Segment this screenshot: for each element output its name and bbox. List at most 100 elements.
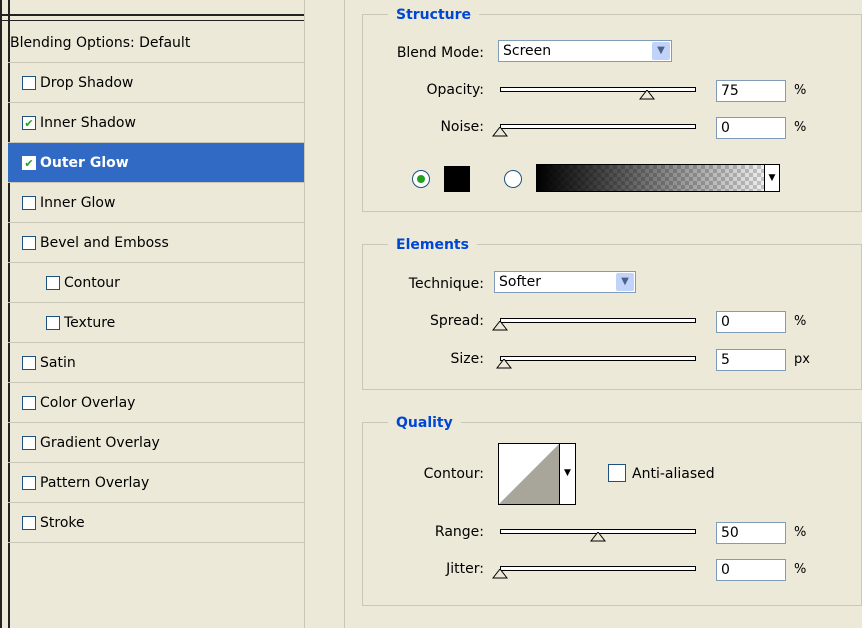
spread-slider-track[interactable] <box>500 318 696 323</box>
checkbox[interactable] <box>22 76 36 90</box>
style-item-label: Texture <box>64 315 116 331</box>
opacity-slider-thumb[interactable] <box>639 90 655 100</box>
chevron-down-icon[interactable]: ▼ <box>652 42 670 60</box>
checkbox[interactable] <box>22 356 36 370</box>
style-item[interactable]: Bevel and Emboss <box>8 223 304 263</box>
checkbox[interactable] <box>22 396 36 410</box>
style-item[interactable]: Inner Glow <box>8 183 304 223</box>
anti-aliased-label: Anti-aliased <box>632 466 715 482</box>
style-item-label: Inner Shadow <box>40 115 136 131</box>
quality-group <box>362 422 862 606</box>
glow-color-swatch[interactable] <box>444 166 470 192</box>
gradient-radio[interactable] <box>504 170 522 188</box>
jitter-unit: % <box>794 562 807 577</box>
style-item[interactable]: Pattern Overlay <box>8 463 304 503</box>
size-slider-track[interactable] <box>500 356 696 361</box>
technique-label: Technique: <box>408 276 484 292</box>
style-item-label: Pattern Overlay <box>40 475 150 491</box>
gradient-picker[interactable]: ▼ <box>536 164 780 192</box>
style-item-label: Contour <box>64 275 120 291</box>
blend-mode-select[interactable]: Screen ▼ <box>498 40 672 62</box>
blending-options-label: Blending Options: Default <box>10 35 191 51</box>
contour-curve-icon <box>499 444 559 504</box>
checkbox-checked[interactable]: ✔ <box>22 116 36 130</box>
range-input[interactable]: 50 <box>716 522 786 544</box>
checkbox[interactable] <box>22 516 36 530</box>
solid-color-radio[interactable] <box>412 170 430 188</box>
style-item[interactable]: Drop Shadow <box>8 63 304 103</box>
checkbox[interactable] <box>46 316 60 330</box>
style-item[interactable]: Color Overlay <box>8 383 304 423</box>
spread-unit: % <box>794 314 807 329</box>
structure-title: Structure <box>388 6 480 24</box>
checkbox[interactable] <box>22 196 36 210</box>
style-item-label: Gradient Overlay <box>40 435 160 451</box>
range-value: 50 <box>721 525 739 541</box>
chevron-down-icon[interactable]: ▼ <box>560 443 576 505</box>
opacity-unit: % <box>794 83 807 98</box>
style-item-label: Satin <box>40 355 76 371</box>
blend-mode-label: Blend Mode: <box>396 45 484 61</box>
style-item-label: Stroke <box>40 515 85 531</box>
checkbox-checked[interactable]: ✔ <box>22 156 36 170</box>
style-item-label: Inner Glow <box>40 195 116 211</box>
range-label: Range: <box>434 524 484 540</box>
panel-divider-2 <box>344 0 345 628</box>
range-unit: % <box>794 525 807 540</box>
noise-input[interactable]: 0 <box>716 117 786 139</box>
style-item[interactable]: Satin <box>8 343 304 383</box>
panel-divider <box>304 0 305 628</box>
checkbox[interactable] <box>22 436 36 450</box>
checkbox[interactable] <box>22 236 36 250</box>
opacity-input[interactable]: 75 <box>716 80 786 102</box>
spread-value: 0 <box>721 314 730 330</box>
checkmark-icon: ✔ <box>24 116 34 130</box>
size-label: Size: <box>450 351 484 367</box>
jitter-input[interactable]: 0 <box>716 559 786 581</box>
noise-value: 0 <box>721 120 730 136</box>
technique-select[interactable]: Softer ▼ <box>494 271 636 293</box>
style-item-label: Outer Glow <box>40 155 129 171</box>
style-item[interactable]: Stroke <box>8 503 304 543</box>
size-slider-thumb[interactable] <box>495 359 512 369</box>
style-item[interactable]: ✔ Inner Shadow <box>8 103 304 143</box>
noise-slider-track[interactable] <box>500 124 696 129</box>
jitter-slider-track[interactable] <box>500 566 696 571</box>
panel-top-rule-thin <box>0 20 304 21</box>
panel-top-rule <box>0 14 304 16</box>
blending-options-item[interactable]: Blending Options: Default <box>10 30 302 66</box>
jitter-slider-thumb[interactable] <box>492 569 508 579</box>
divider <box>8 542 304 543</box>
spread-label: Spread: <box>429 313 484 329</box>
radio-dot <box>417 175 425 183</box>
contour-label: Contour: <box>423 466 484 482</box>
spread-input[interactable]: 0 <box>716 311 786 333</box>
technique-value: Softer <box>499 274 541 290</box>
style-item-label: Drop Shadow <box>40 75 134 91</box>
size-value: 5 <box>721 352 730 368</box>
noise-slider-thumb[interactable] <box>492 127 508 137</box>
style-item[interactable]: Contour <box>8 263 304 303</box>
checkbox[interactable] <box>22 476 36 490</box>
style-item-label: Bevel and Emboss <box>40 235 169 251</box>
anti-aliased-checkbox[interactable] <box>608 464 626 482</box>
chevron-down-icon[interactable]: ▼ <box>616 273 634 291</box>
spread-slider-thumb[interactable] <box>492 321 508 331</box>
checkmark-icon: ✔ <box>24 156 34 170</box>
styles-panel: Blending Options: Default Drop Shadow ✔ In… <box>0 0 304 628</box>
style-item[interactable]: ✔ Outer Glow <box>8 143 304 183</box>
blend-mode-value: Screen <box>503 43 552 59</box>
contour-preview[interactable] <box>498 443 560 505</box>
size-input[interactable]: 5 <box>716 349 786 371</box>
style-item[interactable]: Gradient Overlay <box>8 423 304 463</box>
checkbox[interactable] <box>46 276 60 290</box>
size-unit: px <box>794 352 810 367</box>
opacity-slider-track[interactable] <box>500 87 696 92</box>
panel-left-border <box>0 0 2 628</box>
jitter-label: Jitter: <box>446 561 484 577</box>
style-item[interactable]: Texture <box>8 303 304 343</box>
range-slider-thumb[interactable] <box>590 532 606 542</box>
chevron-down-icon[interactable]: ▼ <box>764 165 779 191</box>
elements-title: Elements <box>388 236 477 254</box>
noise-unit: % <box>794 120 807 135</box>
